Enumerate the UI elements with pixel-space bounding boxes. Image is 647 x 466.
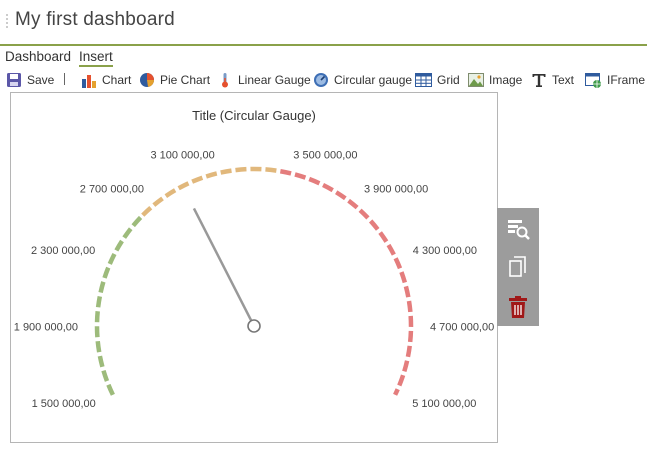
gauge-tick-label: 3 900 000,00 <box>364 184 428 196</box>
bar-chart-icon <box>82 75 96 88</box>
insert-image-button[interactable]: Image <box>468 71 522 89</box>
gauge-tick-label: 2 700 000,00 <box>80 184 144 196</box>
gauge-needle <box>192 207 256 327</box>
delete-button[interactable] <box>505 294 531 320</box>
gauge-tick-label: 4 300 000,00 <box>413 245 477 257</box>
gauge-tick-label: 2 300 000,00 <box>31 245 95 257</box>
dashboard-title[interactable]: My first dashboard <box>15 9 175 31</box>
gauge-band-0 <box>94 213 145 396</box>
linear-gauge-label: Linear Gauge <box>238 73 311 87</box>
text-label: Text <box>552 73 575 87</box>
toolbar-separator <box>64 73 65 85</box>
linear-gauge-icon <box>222 73 228 88</box>
copy-button[interactable] <box>505 254 531 280</box>
text-icon <box>532 74 546 87</box>
preview-button[interactable] <box>505 216 531 242</box>
menu-insert[interactable]: Insert <box>79 49 113 67</box>
image-icon <box>468 73 484 87</box>
menu-dashboard[interactable]: Dashboard <box>5 49 71 64</box>
insert-pie-chart-button[interactable]: Pie Chart <box>139 71 210 89</box>
drag-handle-icon[interactable] <box>5 13 9 29</box>
iframe-icon <box>585 73 601 88</box>
insert-grid-button[interactable]: Grid <box>415 71 460 89</box>
gauge-needle-hub <box>247 319 261 333</box>
gauge-tick-label: 3 500 000,00 <box>293 149 357 161</box>
circular-gauge-widget[interactable]: Title (Circular Gauge) 1 500 000,00 1 900… <box>10 92 498 443</box>
pie-chart-icon <box>140 73 154 87</box>
grid-label: Grid <box>437 73 460 87</box>
insert-chart-button[interactable]: Chart <box>81 71 131 89</box>
save-icon <box>7 73 21 87</box>
preview-icon <box>508 220 530 240</box>
gauge-tick-label: 1 900 000,00 <box>14 322 78 334</box>
gauge-tick-label: 5 100 000,00 <box>412 398 476 410</box>
gauge-tick-label: 3 100 000,00 <box>150 149 214 161</box>
chart-label: Chart <box>102 73 132 87</box>
circular-gauge-label: Circular gauge <box>334 73 413 87</box>
circular-gauge-icon <box>314 73 328 87</box>
insert-linear-gauge-button[interactable]: Linear Gauge <box>217 71 311 89</box>
gauge-band-1 <box>141 166 281 217</box>
insert-circular-gauge-button[interactable]: Circular gauge <box>313 71 412 89</box>
image-label: Image <box>489 73 523 87</box>
delete-icon <box>509 296 527 318</box>
iframe-label: IFrame <box>607 73 646 87</box>
gauge-tick-label: 1 500 000,00 <box>32 398 96 410</box>
circular-gauge-chart: Title (Circular Gauge) 1 500 000,00 1 900… <box>14 108 494 410</box>
insert-text-button[interactable]: Text <box>531 71 574 89</box>
gauge-band-2 <box>279 169 414 396</box>
widget-side-panel <box>497 208 539 326</box>
dashboard-header: My first dashboard <box>0 0 647 46</box>
grid-icon <box>415 73 432 87</box>
copy-icon <box>509 256 526 277</box>
insert-iframe-button[interactable]: IFrame <box>585 71 645 89</box>
toolbar: Save Chart Pie Chart Linear Gauge Circul… <box>0 69 647 91</box>
gauge-tick-label: 4 700 000,00 <box>430 322 494 334</box>
save-button[interactable]: Save <box>6 71 54 89</box>
widget-title: Title (Circular Gauge) <box>192 108 316 123</box>
pie-chart-label: Pie Chart <box>160 73 211 87</box>
save-label: Save <box>27 73 55 87</box>
